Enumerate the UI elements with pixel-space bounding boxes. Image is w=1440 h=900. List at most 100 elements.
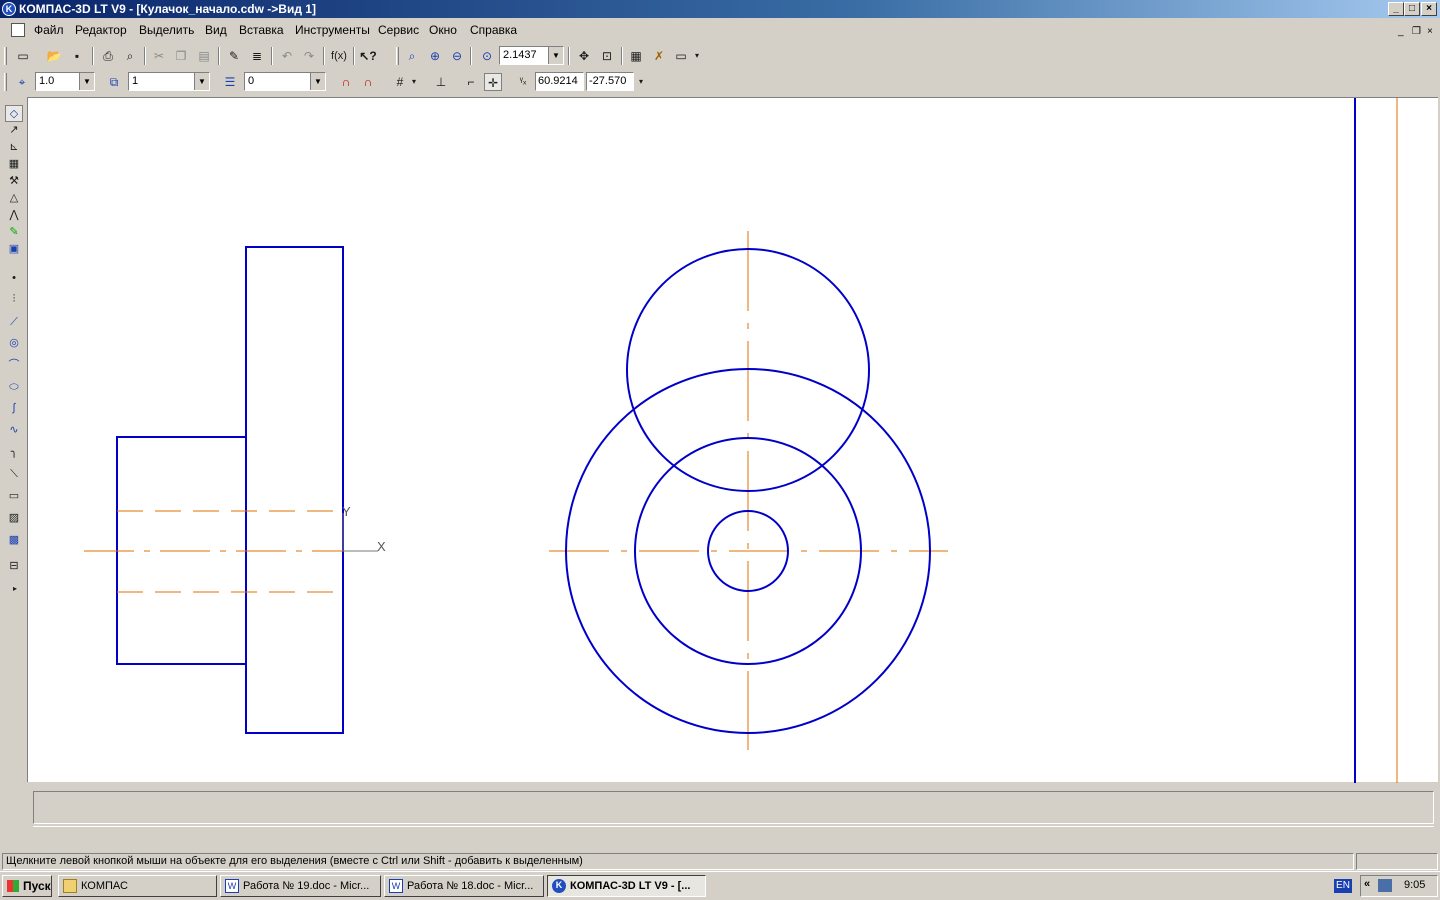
close-button[interactable]: ×	[1421, 2, 1437, 16]
dimensions-icon[interactable]: ↗	[5, 122, 23, 139]
task-word-18[interactable]: W Работа № 18.doc - Micr...	[384, 875, 544, 897]
measure-icon[interactable]: △	[5, 190, 23, 207]
fx-variables-icon[interactable]: f(x)	[330, 47, 348, 65]
refresh-icon[interactable]: ▦	[627, 47, 645, 65]
redo-icon[interactable]: ↷	[300, 47, 318, 65]
cursor-x-field[interactable]: 60.9214	[535, 72, 584, 91]
print-preview-icon[interactable]: ⌕	[121, 47, 139, 65]
document-icon[interactable]	[11, 23, 25, 37]
view-combo[interactable]: 1 ▼	[128, 72, 210, 91]
undo-icon[interactable]: ↶	[278, 47, 296, 65]
toolbar-options-icon[interactable]: ▾	[636, 73, 646, 91]
menu-select[interactable]: Выделить	[139, 23, 194, 37]
chevron-down-icon[interactable]: ▼	[548, 47, 563, 64]
mdi-restore-button[interactable]: ❐	[1412, 26, 1421, 37]
language-indicator[interactable]: EN	[1334, 879, 1352, 893]
toolbar-options-icon[interactable]: ▾	[692, 47, 702, 65]
menu-service[interactable]: Сервис	[378, 23, 419, 37]
new-document-icon[interactable]: ▭	[14, 47, 32, 65]
chevron-down-icon[interactable]: ▼	[310, 73, 325, 90]
associative-views-icon[interactable]: ▣	[5, 241, 23, 258]
chevron-down-icon[interactable]: ▼	[194, 73, 209, 90]
panel-expand-icon[interactable]: ▸	[8, 580, 22, 597]
menu-view[interactable]: Вид	[205, 23, 227, 37]
cut-icon[interactable]: ✂	[150, 47, 168, 65]
open-folder-icon[interactable]: 📂	[45, 47, 63, 65]
menu-insert[interactable]: Вставка	[239, 23, 284, 37]
chevron-down-icon[interactable]: ▾	[409, 73, 419, 91]
menu-editor[interactable]: Редактор	[75, 23, 127, 37]
current-view-icon[interactable]: ⧉	[105, 73, 123, 91]
auxiliary-line-icon[interactable]: ⫶	[5, 291, 23, 308]
select-icon[interactable]: ⋀	[5, 207, 23, 224]
pan-icon[interactable]: ✥	[575, 47, 593, 65]
menu-tools[interactable]: Инструменты	[295, 23, 370, 37]
chevron-down-icon[interactable]: ▼	[79, 73, 94, 90]
cam-disc-outline[interactable]	[245, 246, 344, 734]
point-icon[interactable]: •	[5, 270, 23, 287]
polyline-icon[interactable]: ∿	[5, 422, 23, 439]
chamfer-icon[interactable]: ⟍	[5, 466, 23, 483]
paste-icon[interactable]: ▤	[195, 47, 213, 65]
layers-icon[interactable]: ☰	[221, 73, 239, 91]
help-pointer-icon[interactable]: ↖?	[359, 47, 377, 65]
ortho-icon[interactable]: ⌐	[462, 73, 480, 91]
edit-icon[interactable]: ▦	[5, 156, 23, 173]
parametrization-icon[interactable]: ⚒	[5, 173, 23, 190]
task-word-19[interactable]: W Работа № 19.doc - Micr...	[220, 875, 381, 897]
print-icon[interactable]: ⎙	[99, 47, 117, 65]
tray-expand-icon[interactable]: «	[1364, 878, 1370, 890]
front-view[interactable]	[549, 231, 948, 750]
local-cs-icon[interactable]: ⊥	[432, 73, 450, 91]
format-painter-icon[interactable]: ✎	[225, 47, 243, 65]
kompas-app-icon[interactable]: K	[2, 2, 16, 16]
minimize-button[interactable]: _	[1388, 2, 1404, 16]
menu-window[interactable]: Окно	[429, 23, 457, 37]
save-icon[interactable]: ▪	[68, 47, 86, 65]
fit-all-icon[interactable]: ⊡	[598, 47, 616, 65]
side-view[interactable]: X Y	[84, 246, 386, 734]
network-icon[interactable]	[1378, 879, 1392, 892]
toolbar-grip[interactable]	[4, 47, 7, 65]
zoom-in-icon[interactable]: ⊕	[426, 47, 444, 65]
snap-magnet-icon[interactable]: ∩	[337, 73, 355, 91]
rectangle-icon[interactable]: ▭	[5, 488, 23, 505]
spec-icon[interactable]: ✎	[5, 224, 23, 241]
start-button[interactable]: Пуск	[2, 875, 52, 897]
layout-icon[interactable]: ▭	[672, 47, 690, 65]
copy-icon[interactable]: ❐	[172, 47, 190, 65]
fill-icon[interactable]: ▩	[5, 532, 23, 549]
zoom-scale-icon[interactable]: ⊙	[478, 47, 496, 65]
step-combo[interactable]: 1.0 ▼	[35, 72, 95, 91]
circle-icon[interactable]: ◎	[5, 335, 23, 352]
task-kompas-app[interactable]: K КОМПАС-3D LT V9 - [...	[547, 875, 706, 897]
grid-icon[interactable]: #	[391, 73, 409, 91]
menu-help[interactable]: Справка	[470, 23, 517, 37]
task-kompas-folder[interactable]: КОМПАС	[58, 875, 217, 897]
segment-icon[interactable]: ⟋	[5, 314, 23, 331]
toolbar-grip[interactable]	[396, 47, 399, 65]
maximize-button[interactable]: □	[1404, 2, 1420, 16]
round-coords-icon[interactable]: ✛	[484, 73, 502, 91]
arc-icon[interactable]: ⌒	[5, 357, 23, 374]
managers-icon[interactable]: ✗	[650, 47, 668, 65]
zoom-combo[interactable]: 2.1437 ▼	[499, 46, 564, 65]
geometry-icon[interactable]: ◇	[5, 105, 23, 122]
spline-icon[interactable]: ∫	[5, 400, 23, 417]
ellipse-icon[interactable]: ⬭	[5, 379, 23, 396]
properties-icon[interactable]: ≣	[248, 47, 266, 65]
macro-icon[interactable]: ⊟	[5, 558, 23, 575]
zoom-out-icon[interactable]: ⊖	[448, 47, 466, 65]
menu-file[interactable]: Файл	[34, 23, 64, 37]
designations-icon[interactable]: ⊾	[5, 139, 23, 156]
mdi-close-button[interactable]: ×	[1427, 26, 1433, 37]
local-snap-icon[interactable]: ∩	[359, 73, 377, 91]
cursor-step-icon[interactable]: ⌖	[13, 73, 31, 91]
drawing-canvas[interactable]: X Y	[27, 97, 1439, 783]
mdi-minimize-button[interactable]: _	[1398, 26, 1404, 37]
drawing-svg[interactable]: X Y	[28, 98, 1439, 783]
hatch-icon[interactable]: ▨	[5, 510, 23, 527]
cursor-y-field[interactable]: -27.570	[586, 72, 634, 91]
zoom-window-icon[interactable]: ⌕	[403, 47, 421, 65]
fillet-icon[interactable]: ╮	[5, 444, 23, 461]
